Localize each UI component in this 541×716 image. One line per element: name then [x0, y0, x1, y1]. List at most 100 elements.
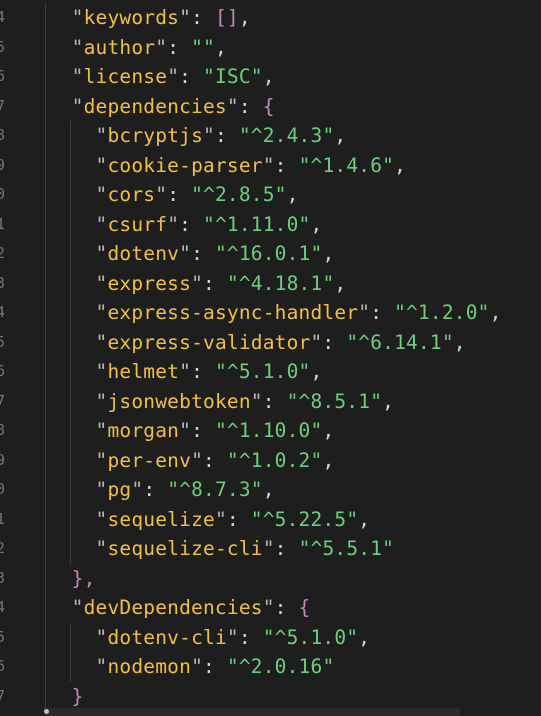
quote: "	[191, 271, 204, 295]
quote: "	[179, 242, 192, 265]
indent-guide	[70, 180, 71, 210]
indent-guide	[45, 563, 46, 593]
code-area[interactable]: "keywords": [], "author": "", "license":…	[0, 3, 541, 711]
separator: :	[370, 301, 395, 324]
code-line: "dependencies": {	[0, 91, 541, 121]
json-string-value: "^5.1.0"	[262, 625, 359, 649]
code-line: "express": "^4.18.1",	[0, 268, 541, 298]
code-editor[interactable]: 456789012345678901234567 "keywords": [],…	[0, 0, 541, 716]
separator: :	[167, 35, 192, 59]
quote: "	[155, 35, 168, 59]
json-bracket: {	[298, 596, 311, 619]
json-string-value: "^1.2.0"	[394, 301, 490, 324]
indent-guide	[45, 209, 46, 239]
json-key: csurf	[107, 212, 168, 236]
code-line: },	[0, 563, 541, 593]
json-string-value: ""	[191, 35, 215, 59]
code-line: "bcryptjs": "^2.4.3",	[0, 121, 541, 151]
json-string-value: "^8.7.3"	[167, 478, 263, 501]
separator: :	[179, 212, 204, 236]
code-line: "license": "ISC",	[0, 62, 541, 92]
comma: ,	[394, 153, 407, 177]
comma: ,	[358, 507, 371, 531]
quote: "	[167, 212, 180, 236]
indent-guide	[45, 268, 46, 298]
code-line: }	[0, 681, 541, 711]
indent-guide	[45, 622, 46, 652]
separator: :	[226, 507, 251, 531]
code-line: "helmet": "^5.1.0",	[0, 357, 541, 387]
quote: "	[179, 419, 192, 442]
quote: "	[262, 537, 275, 560]
code-line: "keywords": [],	[0, 3, 541, 33]
quote: "	[262, 153, 275, 177]
indent-guide	[70, 327, 71, 357]
json-key: helmet	[107, 360, 180, 383]
indent-guide	[45, 593, 46, 623]
indent-guide	[70, 209, 71, 239]
quote: "	[179, 360, 192, 383]
indent-guide	[45, 416, 46, 446]
indent-guide	[45, 681, 46, 711]
indent-guide	[45, 239, 46, 269]
separator: :	[191, 419, 215, 442]
json-bracket: },	[71, 566, 96, 590]
json-string-value: "^1.4.6"	[298, 153, 395, 177]
quote: "	[214, 507, 227, 531]
code-line: "author": "",	[0, 32, 541, 62]
quote: "	[95, 389, 108, 413]
code-line: "cors": "^2.8.5",	[0, 180, 541, 210]
code-line: "dotenv-cli": "^5.1.0",	[0, 622, 541, 652]
comma: ,	[322, 419, 335, 442]
separator: :	[203, 448, 227, 472]
quote: "	[131, 478, 144, 501]
indent-guide	[45, 298, 46, 328]
indent-guide	[45, 504, 46, 534]
code-line: "pg": "^8.7.3",	[0, 475, 541, 505]
json-key: express-async-handler	[107, 301, 359, 324]
horizontal-scrollbar[interactable]	[44, 708, 460, 716]
json-key: jsonwebtoken	[107, 389, 251, 413]
json-key: author	[83, 35, 156, 59]
comma: ,	[310, 360, 323, 383]
quote: "	[179, 6, 192, 29]
indent-guide	[70, 150, 71, 180]
code-line: "express-validator": "^6.14.1",	[0, 327, 541, 357]
json-key: morgan	[107, 419, 180, 442]
json-string-value: "^4.18.1"	[226, 271, 335, 295]
quote: "	[95, 124, 108, 147]
indent-guide	[45, 3, 46, 33]
code-line: "dotenv": "^16.0.1",	[0, 239, 541, 269]
json-key: nodemon	[107, 655, 192, 678]
quote: "	[203, 124, 215, 147]
json-string-value: "^5.1.0"	[214, 360, 311, 383]
quote: "	[95, 655, 108, 678]
indent-guide	[45, 386, 46, 416]
code-line: "nodemon": "^2.0.16"	[0, 652, 541, 682]
separator: :	[191, 360, 215, 383]
quote: "	[71, 94, 84, 118]
quote: "	[250, 389, 263, 413]
separator: :	[238, 94, 263, 118]
json-key: sequelize-cli	[107, 537, 263, 560]
comma: ,	[262, 65, 275, 88]
json-string-value: "^2.0.16"	[226, 655, 335, 678]
comma: ,	[334, 124, 347, 147]
json-key: bcryptjs	[107, 124, 204, 147]
json-string-value: "^2.4.3"	[238, 124, 335, 147]
json-key: cors	[107, 183, 156, 206]
quote: "	[95, 271, 108, 295]
